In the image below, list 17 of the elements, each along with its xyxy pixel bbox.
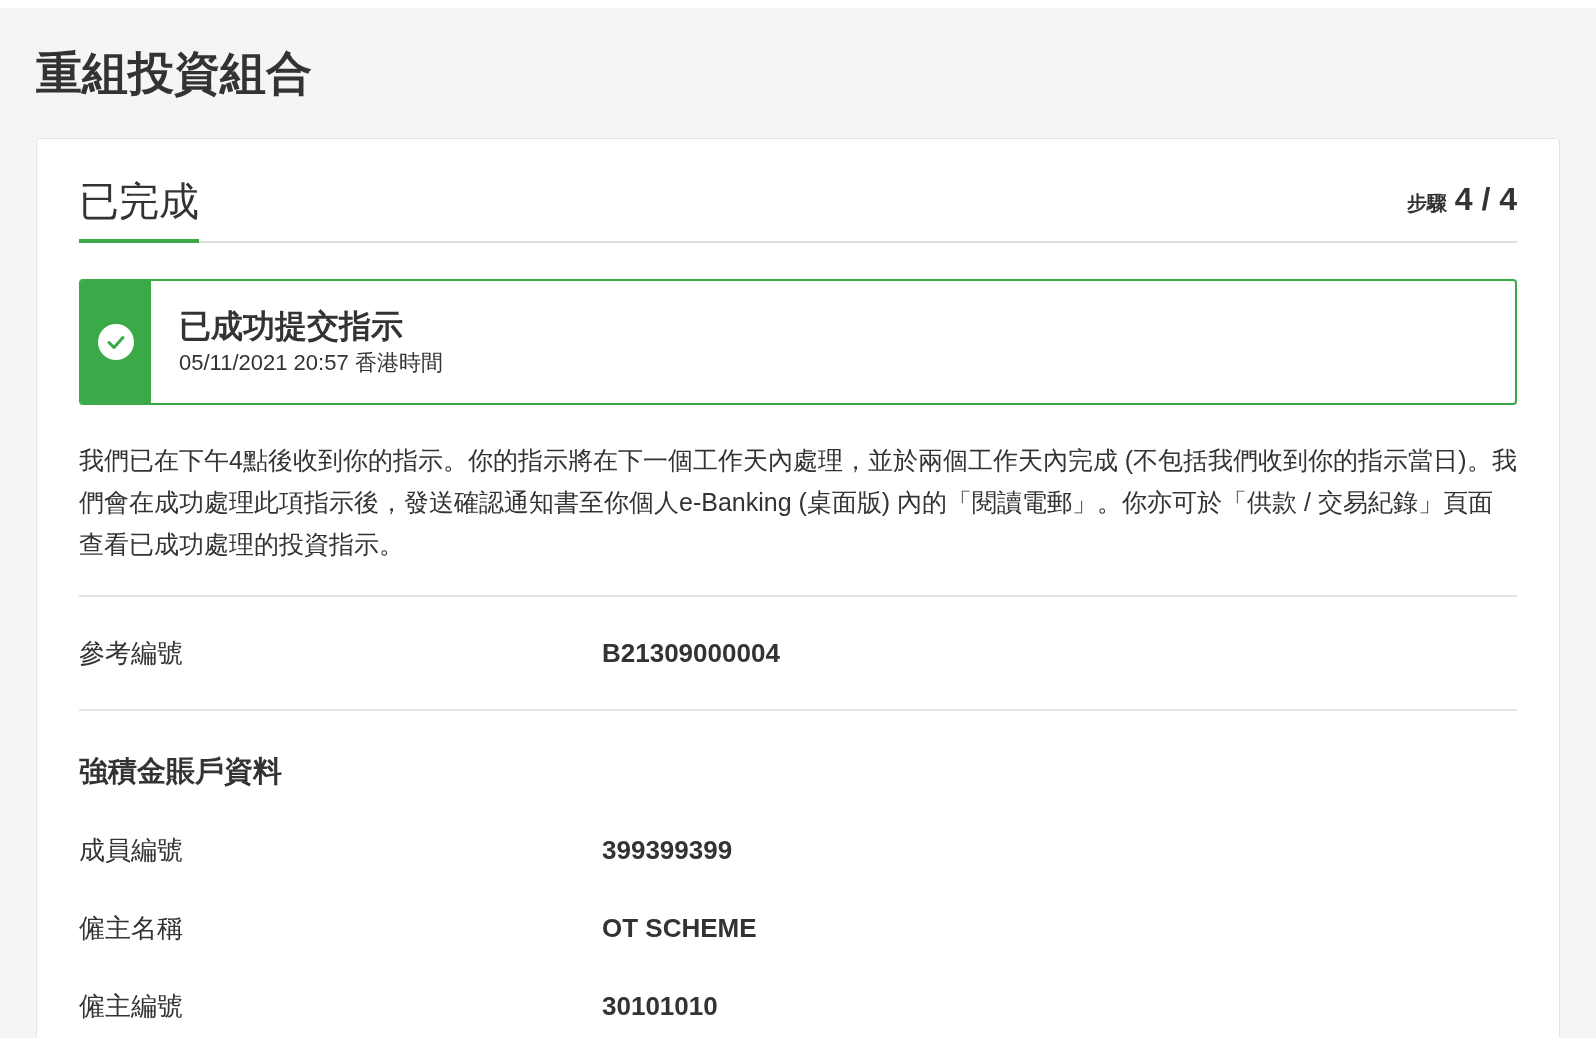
field-label: 成員編號: [79, 833, 184, 867]
step-counter: 4 / 4: [1454, 180, 1517, 219]
field-value: 399399399: [602, 833, 733, 867]
alert-timestamp: 05/11/2021 20:57 香港時間: [179, 349, 443, 377]
alert-title: 已成功提交指示: [179, 307, 404, 346]
field-value: OT SCHEME: [602, 911, 757, 945]
section-heading: 強積金賬戶資料: [79, 754, 283, 789]
field-label: 參考編號: [79, 636, 184, 670]
step-title: 已完成: [79, 177, 199, 243]
page-title: 重組投資組合: [36, 45, 312, 101]
field-label: 僱主編號: [79, 989, 184, 1023]
field-value: B21309000004: [602, 636, 780, 670]
field-label: 僱主名稱: [79, 911, 184, 945]
check-icon: [98, 324, 134, 360]
field-value: 30101010: [602, 989, 718, 1023]
confirmation-message: 我們已在下午4點後收到你的指示。你的指示將在下一個工作天內處理，並於兩個工作天內完成 (不包括我們收到你的指示當日)。我們會在成功處理此項指示後，發送確認通知書至你個人e-Banking (桌面版) 內的「閱讀電郵」。你亦可於「供款 / 交易紀錄」頁面查看已成功處理的投資指示。: [79, 445, 1517, 560]
step-label: 步驟: [1406, 191, 1447, 216]
